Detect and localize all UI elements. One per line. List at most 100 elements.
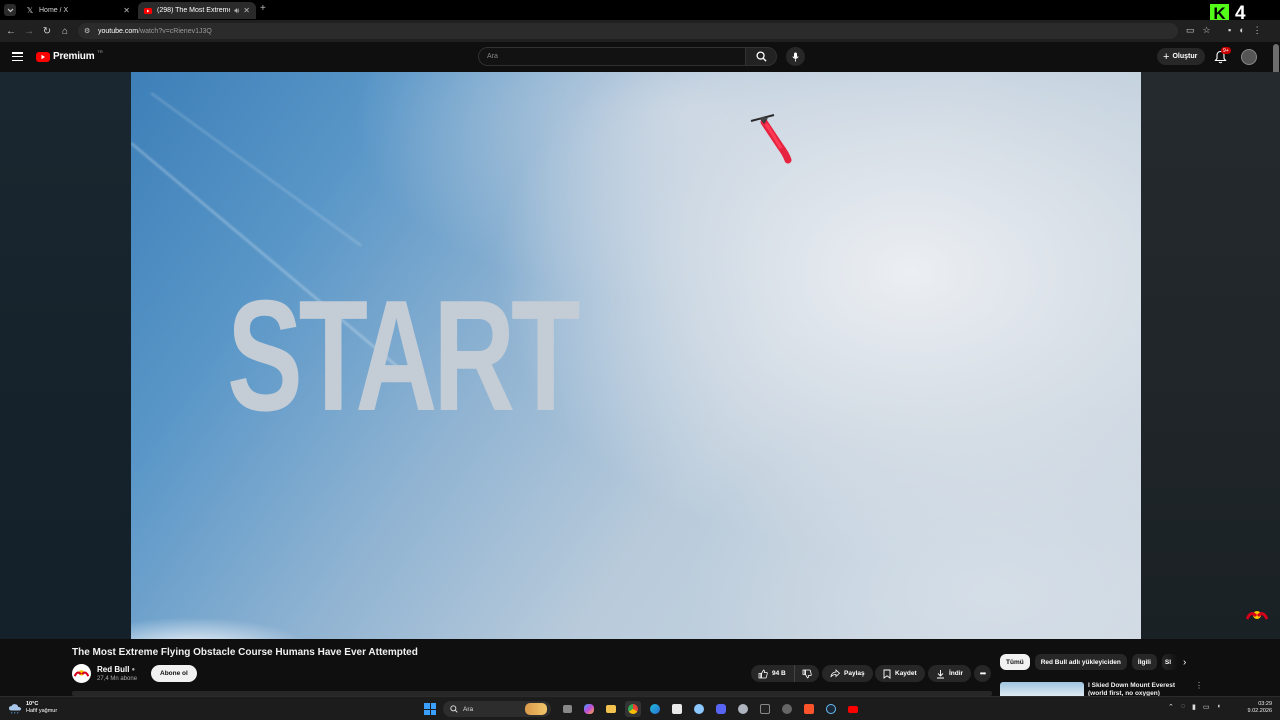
hamburger-menu-icon[interactable] xyxy=(12,52,23,61)
search-icon xyxy=(450,705,458,713)
url-domain: youtube.com xyxy=(98,27,139,35)
store-icon[interactable] xyxy=(669,701,685,717)
browser-menu-icon[interactable]: ⋮ xyxy=(1253,25,1262,37)
verified-check-icon: ● xyxy=(131,666,136,673)
download-label: İndir xyxy=(949,670,964,677)
tray-volume-icon[interactable]: ◖ xyxy=(1217,703,1221,711)
plus-icon: + xyxy=(1163,50,1170,63)
red-bull-corner-logo xyxy=(1246,611,1268,620)
weather-temp: 10°C xyxy=(26,701,39,707)
url-field[interactable]: ⚙ youtube.com/watch?v=cRienev1J3Q xyxy=(78,23,1178,39)
url-path: /watch?v=cRienev1J3Q xyxy=(138,27,212,35)
share-arrow-icon xyxy=(830,669,840,678)
terminal-icon[interactable] xyxy=(757,701,773,717)
edge-icon[interactable] xyxy=(647,701,663,717)
youtube-app-icon[interactable] xyxy=(845,701,861,717)
youtube-logo-icon xyxy=(36,51,50,62)
contrail xyxy=(150,92,362,247)
bookmark-star-icon[interactable]: ☆ xyxy=(1203,25,1211,37)
copilot-icon[interactable] xyxy=(581,701,597,717)
weather-desc: Hafif yağmur xyxy=(26,708,58,714)
address-bar-actions: ▭ ☆ xyxy=(1186,25,1211,37)
taskbar-clock[interactable]: 03:29 9.02.2026 xyxy=(1240,701,1272,715)
forward-arrow-icon[interactable]: → xyxy=(23,25,35,37)
tray-mic-icon[interactable]: ▮ xyxy=(1192,703,1196,711)
recommendation-thumbnail[interactable] xyxy=(1000,682,1084,696)
windows-taskbar: 10°C Hafif yağmur Ara ⌃ ◌ ▮ ▭ ◖ 03:29 9.… xyxy=(0,696,1280,720)
tab-search-menu-button[interactable] xyxy=(4,4,16,16)
channel-name[interactable]: Red Bull ● xyxy=(97,665,135,674)
brave-icon[interactable] xyxy=(801,701,817,717)
discord-icon[interactable] xyxy=(713,701,729,717)
tray-chevron-up-icon[interactable]: ⌃ xyxy=(1168,703,1174,711)
cloud xyxy=(131,617,311,639)
steam-icon[interactable] xyxy=(823,701,839,717)
chip-related[interactable]: İlgili xyxy=(1131,654,1157,670)
dislike-button[interactable] xyxy=(795,665,819,682)
more-actions-button[interactable]: ••• xyxy=(974,665,991,682)
profile-icon[interactable]: ◐ xyxy=(1239,25,1244,37)
create-button[interactable]: + Oluştur xyxy=(1157,48,1206,65)
save-group: Kaydet xyxy=(875,665,925,682)
download-icon xyxy=(937,669,944,678)
airplane-smoke-graphic xyxy=(750,114,792,164)
voice-search-button[interactable] xyxy=(786,47,805,66)
clock-time: 03:29 xyxy=(1258,701,1272,707)
save-button[interactable]: Kaydet xyxy=(875,665,925,682)
chip-from-uploader[interactable]: Red Bull adlı yükleyiciden xyxy=(1034,654,1127,670)
app-icon[interactable] xyxy=(779,701,795,717)
back-arrow-icon[interactable]: ← xyxy=(5,25,17,37)
search-icon xyxy=(755,51,767,62)
file-explorer-icon[interactable] xyxy=(603,701,619,717)
youtube-premium-logo[interactable]: Premium TR xyxy=(36,49,103,62)
share-button[interactable]: Paylaş xyxy=(822,665,873,682)
settings-gear-icon[interactable] xyxy=(735,701,751,717)
tab-close-icon[interactable]: ✕ xyxy=(243,6,250,15)
search-button[interactable] xyxy=(745,47,777,66)
like-count: 94 B xyxy=(772,670,786,677)
subscribe-button[interactable]: Abone ol xyxy=(151,665,197,682)
recommendation-title[interactable]: I Skied Down Mount Everest (world first,… xyxy=(1088,682,1188,696)
video-info-section: The Most Extreme Flying Obstacle Course … xyxy=(0,639,1280,696)
chevron-right-icon[interactable]: › xyxy=(1183,657,1186,668)
more-horizontal-icon: ••• xyxy=(979,669,986,678)
account-avatar[interactable] xyxy=(1241,49,1257,65)
tab-home-x[interactable]: 𝕏 Home / X ✕ xyxy=(20,2,136,19)
tab-close-icon[interactable]: ✕ xyxy=(123,6,130,15)
video-player[interactable]: START xyxy=(131,72,1141,639)
vpn-icon[interactable] xyxy=(691,701,707,717)
weather-widget[interactable]: 10°C Hafif yağmur xyxy=(8,701,57,715)
chrome-icon[interactable] xyxy=(625,701,641,717)
share-label: Paylaş xyxy=(844,670,865,677)
speaker-icon[interactable]: 🔊︎ xyxy=(234,6,239,16)
browser-tab-bar: 𝕏 Home / X ✕ (298) The Most Extreme Fly … xyxy=(0,0,1280,24)
reload-icon[interactable]: ↻ xyxy=(41,25,53,37)
tray-display-icon[interactable]: ▭ xyxy=(1203,703,1210,711)
tab-title: Home / X xyxy=(39,7,69,14)
download-button[interactable]: İndir xyxy=(928,665,972,682)
subscriber-count: 27,4 Mn abone xyxy=(97,676,138,682)
tab-youtube-video[interactable]: (298) The Most Extreme Fly 🔊︎ ✕ xyxy=(138,2,256,19)
taskbar-search[interactable]: Ara xyxy=(443,701,551,717)
like-button[interactable]: 94 B xyxy=(751,665,795,682)
chip-partial[interactable]: Sl xyxy=(1161,654,1178,670)
home-icon[interactable]: ⌂ xyxy=(59,25,71,37)
video-title: The Most Extreme Flying Obstacle Course … xyxy=(72,647,418,658)
search-highlight-image xyxy=(525,703,547,715)
channel-avatar[interactable] xyxy=(72,664,91,683)
new-tab-button[interactable]: + xyxy=(260,3,266,14)
site-settings-icon[interactable]: ⚙ xyxy=(84,27,93,36)
chip-all[interactable]: Tümü xyxy=(1000,654,1030,670)
cast-icon[interactable]: ▭ xyxy=(1186,25,1195,37)
chevron-down-icon xyxy=(7,8,13,12)
like-dislike-group: 94 B xyxy=(751,665,819,682)
extension-icon[interactable]: ▪ xyxy=(1228,25,1231,37)
clock-date: 9.02.2026 xyxy=(1247,708,1272,714)
recommendation-menu-icon[interactable]: ⋮ xyxy=(1195,681,1203,690)
youtube-favicon-icon xyxy=(144,7,152,15)
tray-network-icon[interactable]: ◌ xyxy=(1181,703,1185,711)
windows-start-icon[interactable] xyxy=(424,703,436,715)
search-input[interactable]: Ara xyxy=(478,47,746,66)
x-logo-icon: 𝕏 xyxy=(26,6,34,15)
task-view-icon[interactable] xyxy=(559,701,575,717)
